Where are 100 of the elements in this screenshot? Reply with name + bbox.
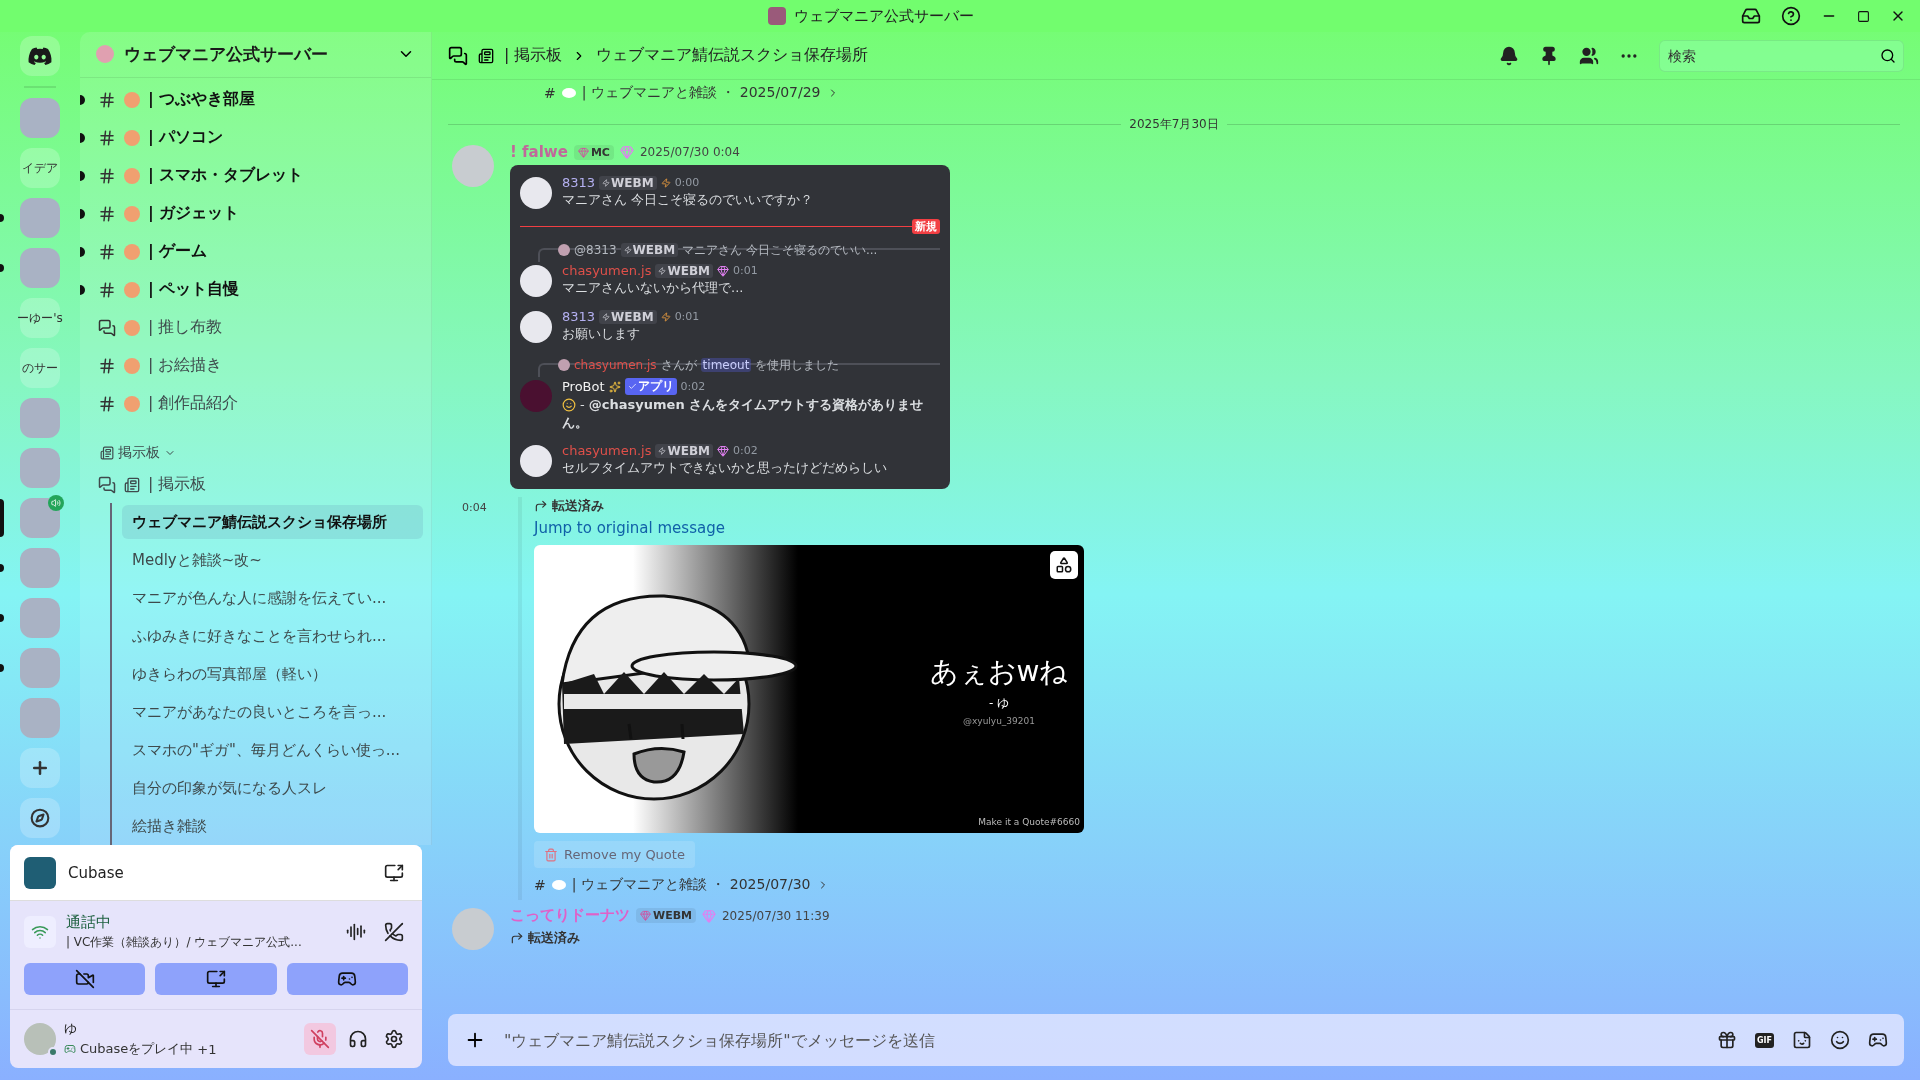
author-name[interactable]: ProBot: [562, 379, 605, 394]
screen-share-button[interactable]: [155, 963, 277, 995]
author-name[interactable]: 8313: [562, 309, 596, 324]
emoji-icon: [124, 281, 140, 298]
channel-item[interactable]: | 創作品紹介: [80, 384, 431, 423]
microphone-button[interactable]: [304, 1023, 336, 1055]
lightning-icon: [660, 177, 671, 188]
forward-icon: [510, 931, 524, 946]
thread-item[interactable]: Medlyと雑談~改~: [122, 543, 423, 577]
emoji-icon: [124, 129, 140, 146]
pin-icon[interactable]: [1539, 45, 1559, 66]
thread-item[interactable]: 自分の印象が気になる人スレ: [122, 771, 423, 805]
category-header[interactable]: 掲示板: [80, 438, 431, 467]
source-channel-link[interactable]: | ウェブマニアと雑談 ・ 2025/07/29: [581, 84, 821, 102]
thread-item[interactable]: ゆきらわの写真部屋（軽い）: [122, 657, 423, 691]
timestamp: 2025/07/30 11:39: [722, 908, 830, 923]
gem-icon: [717, 264, 729, 277]
speech-bubble-icon: [551, 880, 566, 891]
server-icon[interactable]: のサー: [20, 348, 60, 388]
avatar[interactable]: [24, 1023, 56, 1055]
add-server-button[interactable]: [20, 748, 60, 788]
newspaper-icon: [124, 477, 140, 493]
avatar: [520, 265, 552, 297]
camera-off-icon: [74, 969, 95, 989]
reply-mention: @8313: [574, 243, 617, 257]
activity-count: +1: [197, 1041, 217, 1057]
avatar: [558, 359, 570, 371]
emoji-icon: [124, 205, 140, 222]
discover-button[interactable]: [20, 798, 60, 838]
message-bar[interactable]: "ウェブマニア鯖伝説スクショ保存場所"でメッセージを送信 GIF: [448, 1014, 1904, 1066]
apps-button[interactable]: [1050, 551, 1078, 580]
activity-button[interactable]: [286, 963, 408, 995]
jump-link[interactable]: Jump to original message: [534, 519, 1084, 538]
hash-icon: [98, 242, 116, 261]
thread-item[interactable]: マニアが色んな人に感謝を伝えてい...: [122, 581, 423, 615]
timestamp: 0:02: [733, 444, 758, 458]
members-icon[interactable]: [1579, 45, 1599, 66]
timestamp: 0:01: [733, 264, 758, 277]
avatar: [520, 445, 552, 478]
sticker-icon[interactable]: [1792, 1030, 1812, 1050]
gif-icon[interactable]: GIF: [1755, 1032, 1774, 1048]
help-icon[interactable]: [1781, 6, 1801, 26]
gift-icon[interactable]: [1717, 1030, 1737, 1050]
server-icon: [96, 45, 114, 64]
screen-share-icon: [384, 862, 404, 883]
author-name[interactable]: 8313: [562, 175, 596, 190]
voice-channel[interactable]: | VC作業（雑談あり）/ ウェブマニア公式...: [66, 934, 332, 951]
server-name[interactable]: ウェブマニア公式サーバー: [124, 42, 387, 66]
channel-item[interactable]: | ゲーム: [80, 232, 431, 271]
quote-image[interactable]: あぇおwね - ゆ @xyulyu_39201 Make it a Quote#6660: [534, 545, 1084, 834]
unread-indicator: [0, 264, 4, 272]
channel-item[interactable]: | ガジェット: [80, 194, 431, 233]
channel-item[interactable]: | つぶやき部屋: [80, 80, 431, 119]
forum-icon: [448, 45, 468, 66]
search-icon: [1880, 47, 1896, 64]
command-name[interactable]: timeout: [700, 358, 752, 372]
add-icon: [30, 758, 50, 778]
message-text: お願いします: [562, 325, 641, 343]
message-text: マニアさん 今日こそ寝るのでいいですか？: [562, 191, 814, 209]
screenshot-image[interactable]: [510, 165, 950, 490]
emoji-icon: [124, 167, 140, 184]
sound-wave-icon: [346, 922, 366, 942]
gamepad-icon: [64, 1043, 76, 1055]
server-icon[interactable]: イデア: [20, 148, 60, 188]
thread-item[interactable]: スマホの"ギガ"、毎月どんくらい使っ...: [122, 733, 423, 767]
gem-icon: [702, 908, 716, 923]
app-tag: アプリ: [624, 378, 677, 395]
timestamp: 0:04: [461, 500, 488, 517]
speaker-icon: [48, 495, 64, 511]
home-button[interactable]: [20, 36, 60, 76]
emoji-icon[interactable]: [1830, 1030, 1850, 1050]
thread-item[interactable]: ふゆみきに好きなことを言わせられ...: [122, 619, 423, 653]
parent-channel[interactable]: | 掲示板: [504, 45, 563, 66]
unread-indicator: [0, 214, 4, 222]
search-field[interactable]: 検索: [1659, 39, 1904, 72]
source-channel-link[interactable]: | ウェブマニアと雑談 ・ 2025/07/30: [571, 876, 811, 895]
channel-item[interactable]: | スマホ・タブレット: [80, 156, 431, 195]
selected-indicator: [0, 499, 4, 537]
timestamp: 0:00: [674, 176, 700, 189]
thread-item[interactable]: マニアがあなたの良いところを言っ...: [122, 695, 423, 729]
channel-item[interactable]: | 推し布教: [80, 308, 431, 347]
channel-item[interactable]: | ペット自慢: [80, 270, 431, 309]
forum-channel-item[interactable]: | 掲示板: [80, 467, 431, 503]
inbox-icon[interactable]: [1741, 6, 1761, 26]
gamepad-icon[interactable]: [1868, 1030, 1888, 1050]
role-tag: WEBM: [655, 443, 713, 458]
message-input[interactable]: "ウェブマニア鯖伝説スクショ保存場所"でメッセージを送信: [502, 1029, 1701, 1051]
bolt-icon: [602, 178, 611, 187]
maximize-icon[interactable]: [1857, 9, 1870, 23]
thread-item[interactable]: 絵描き雑談: [122, 809, 423, 843]
bell-icon[interactable]: [1499, 45, 1519, 66]
channel-item[interactable]: | お絵描き: [80, 346, 431, 385]
screen-share-icon: [206, 969, 226, 989]
server-icon[interactable]: ーゆー's: [20, 298, 60, 338]
channel-item[interactable]: | パソコン: [80, 118, 431, 157]
thread-item[interactable]: ウェブマニア鯖伝説スクショ保存場所: [122, 505, 423, 539]
hash-icon: [98, 128, 116, 147]
remove-quote-button[interactable]: Remove my Quote: [534, 841, 695, 869]
camera-button[interactable]: [24, 963, 146, 995]
gem-icon: [717, 444, 729, 457]
